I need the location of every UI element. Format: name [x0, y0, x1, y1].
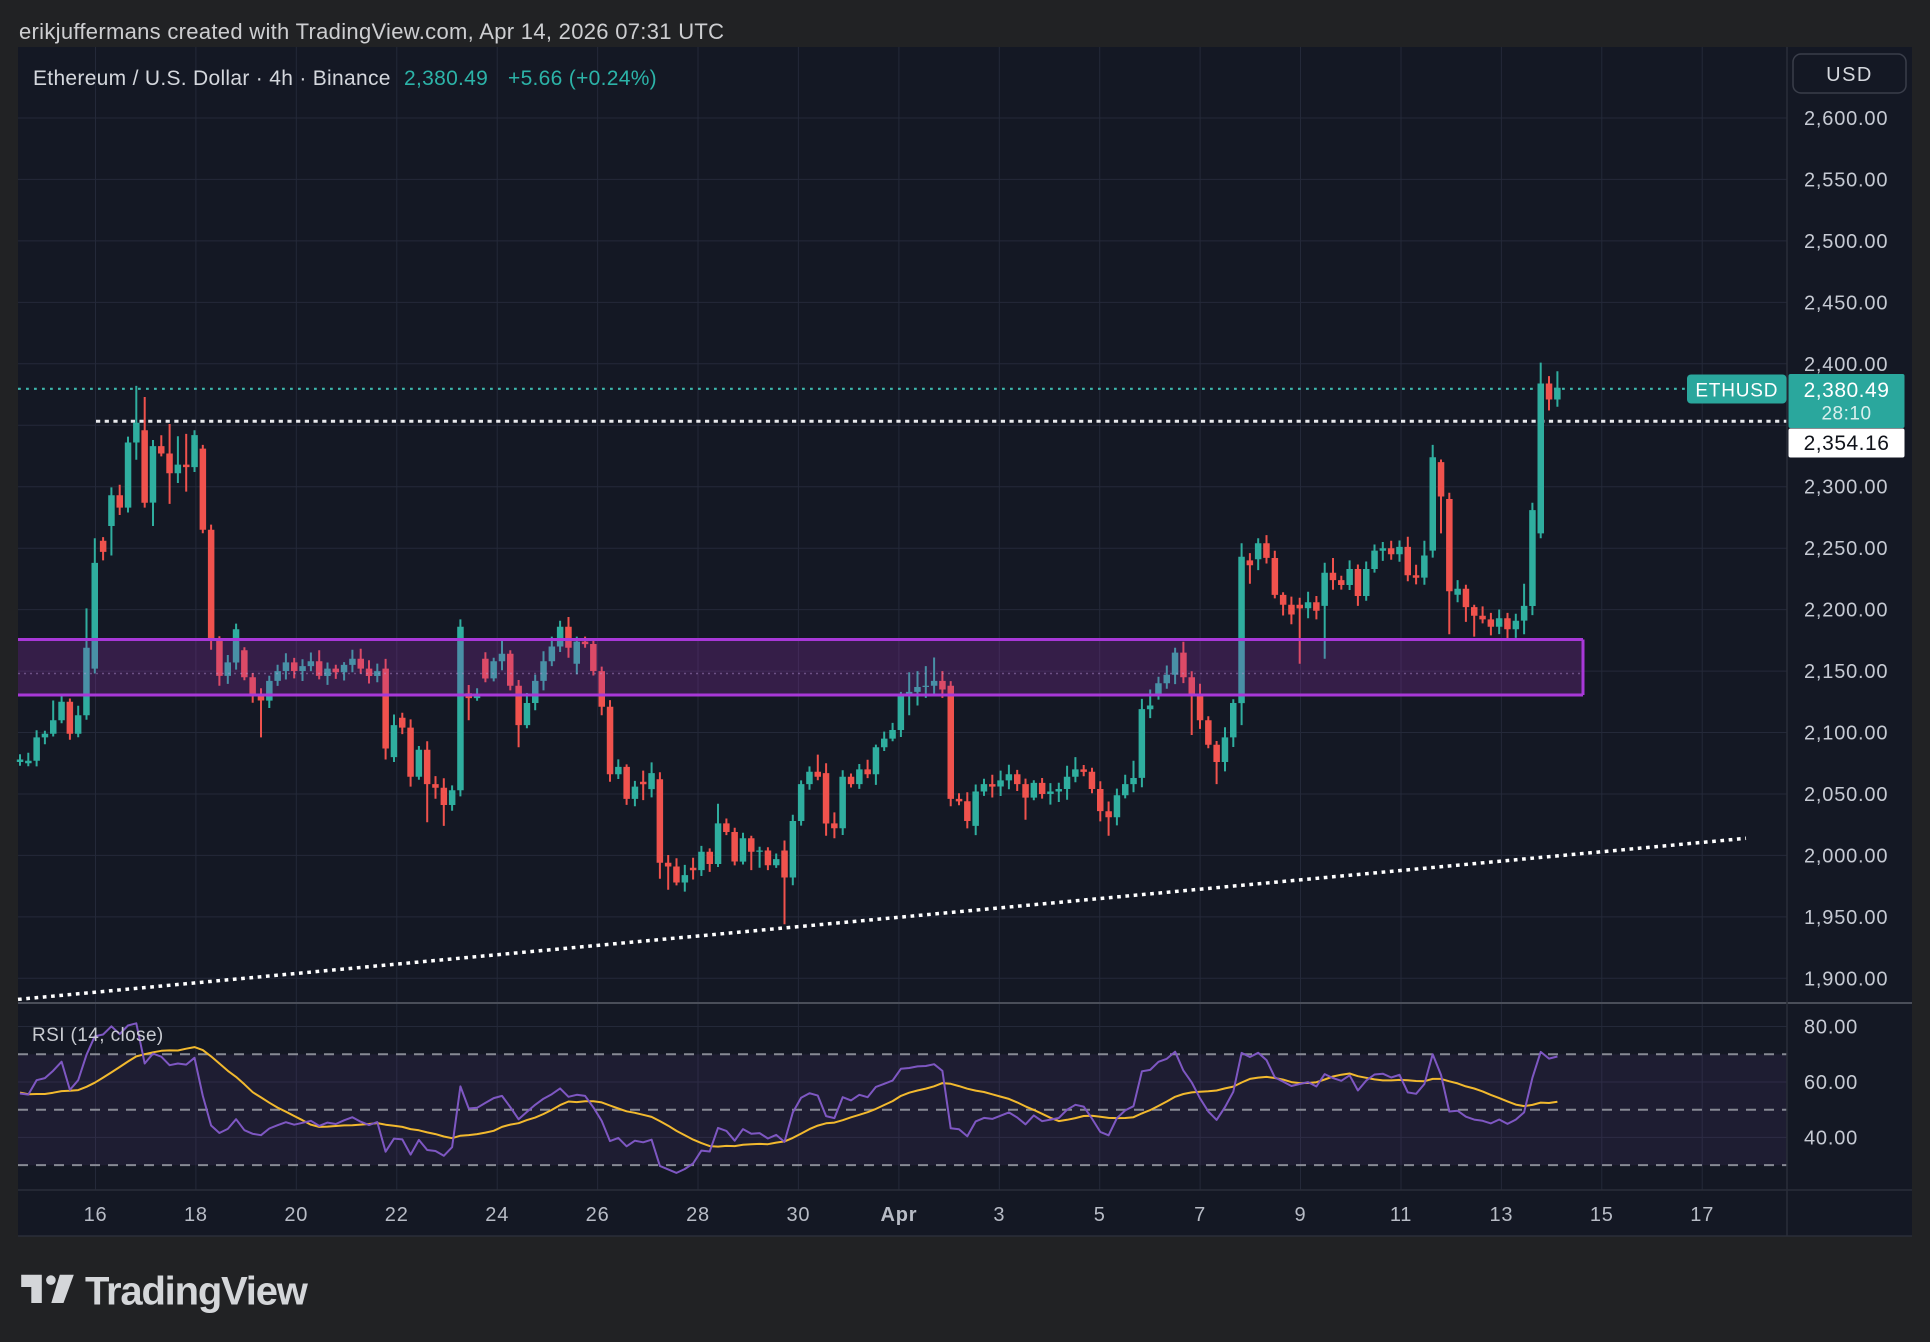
- svg-text:Apr: Apr: [880, 1204, 917, 1226]
- svg-text:24: 24: [485, 1204, 509, 1226]
- svg-text:28:10: 28:10: [1821, 404, 1871, 425]
- svg-text:11: 11: [1390, 1204, 1412, 1226]
- svg-text:2,450.00: 2,450.00: [1804, 292, 1888, 314]
- svg-text:7: 7: [1194, 1204, 1206, 1226]
- svg-text:ETHUSD: ETHUSD: [1695, 381, 1778, 402]
- svg-text:60.00: 60.00: [1804, 1072, 1858, 1094]
- svg-text:26: 26: [586, 1204, 610, 1226]
- svg-text:2,500.00: 2,500.00: [1804, 231, 1888, 253]
- svg-text:RSI (14, close): RSI (14, close): [32, 1025, 164, 1046]
- svg-text:2,050.00: 2,050.00: [1804, 784, 1888, 806]
- svg-text:16: 16: [84, 1204, 108, 1226]
- svg-text:2,250.00: 2,250.00: [1804, 538, 1888, 560]
- svg-text:2,150.00: 2,150.00: [1804, 661, 1888, 683]
- svg-text:80.00: 80.00: [1804, 1017, 1858, 1039]
- svg-text:40.00: 40.00: [1804, 1127, 1858, 1149]
- svg-text:1,900.00: 1,900.00: [1804, 968, 1888, 990]
- svg-text:1,950.00: 1,950.00: [1804, 907, 1888, 929]
- svg-text:2,550.00: 2,550.00: [1804, 169, 1888, 191]
- svg-text:18: 18: [184, 1204, 208, 1226]
- svg-text:2,380.49: 2,380.49: [404, 67, 488, 90]
- svg-text:2,380.49: 2,380.49: [1804, 379, 1890, 402]
- svg-text:13: 13: [1489, 1204, 1513, 1226]
- svg-text:20: 20: [284, 1204, 308, 1226]
- svg-text:TradingView: TradingView: [85, 1270, 309, 1314]
- svg-text:3: 3: [993, 1204, 1005, 1226]
- svg-text:erikjuffermans created with Tr: erikjuffermans created with TradingView.…: [19, 19, 724, 44]
- svg-text:+5.66 (+0.24%): +5.66 (+0.24%): [508, 67, 657, 90]
- svg-text:2,100.00: 2,100.00: [1804, 723, 1888, 745]
- svg-text:28: 28: [686, 1204, 710, 1226]
- svg-text:17: 17: [1690, 1204, 1714, 1226]
- svg-text:2,300.00: 2,300.00: [1804, 477, 1888, 499]
- svg-text:5: 5: [1094, 1204, 1106, 1226]
- svg-text:15: 15: [1590, 1204, 1614, 1226]
- svg-text:30: 30: [786, 1204, 810, 1226]
- svg-text:2,400.00: 2,400.00: [1804, 354, 1888, 376]
- svg-text:Ethereum / U.S. Dollar · 4h ·: Ethereum / U.S. Dollar · 4h · Binance: [33, 67, 391, 90]
- svg-text:22: 22: [385, 1204, 409, 1226]
- svg-text:USD: USD: [1826, 64, 1873, 86]
- svg-text:2,000.00: 2,000.00: [1804, 845, 1888, 867]
- svg-text:2,600.00: 2,600.00: [1804, 108, 1888, 130]
- svg-text:2,354.16: 2,354.16: [1804, 432, 1890, 455]
- svg-text:2,200.00: 2,200.00: [1804, 600, 1888, 622]
- svg-text:9: 9: [1295, 1204, 1307, 1226]
